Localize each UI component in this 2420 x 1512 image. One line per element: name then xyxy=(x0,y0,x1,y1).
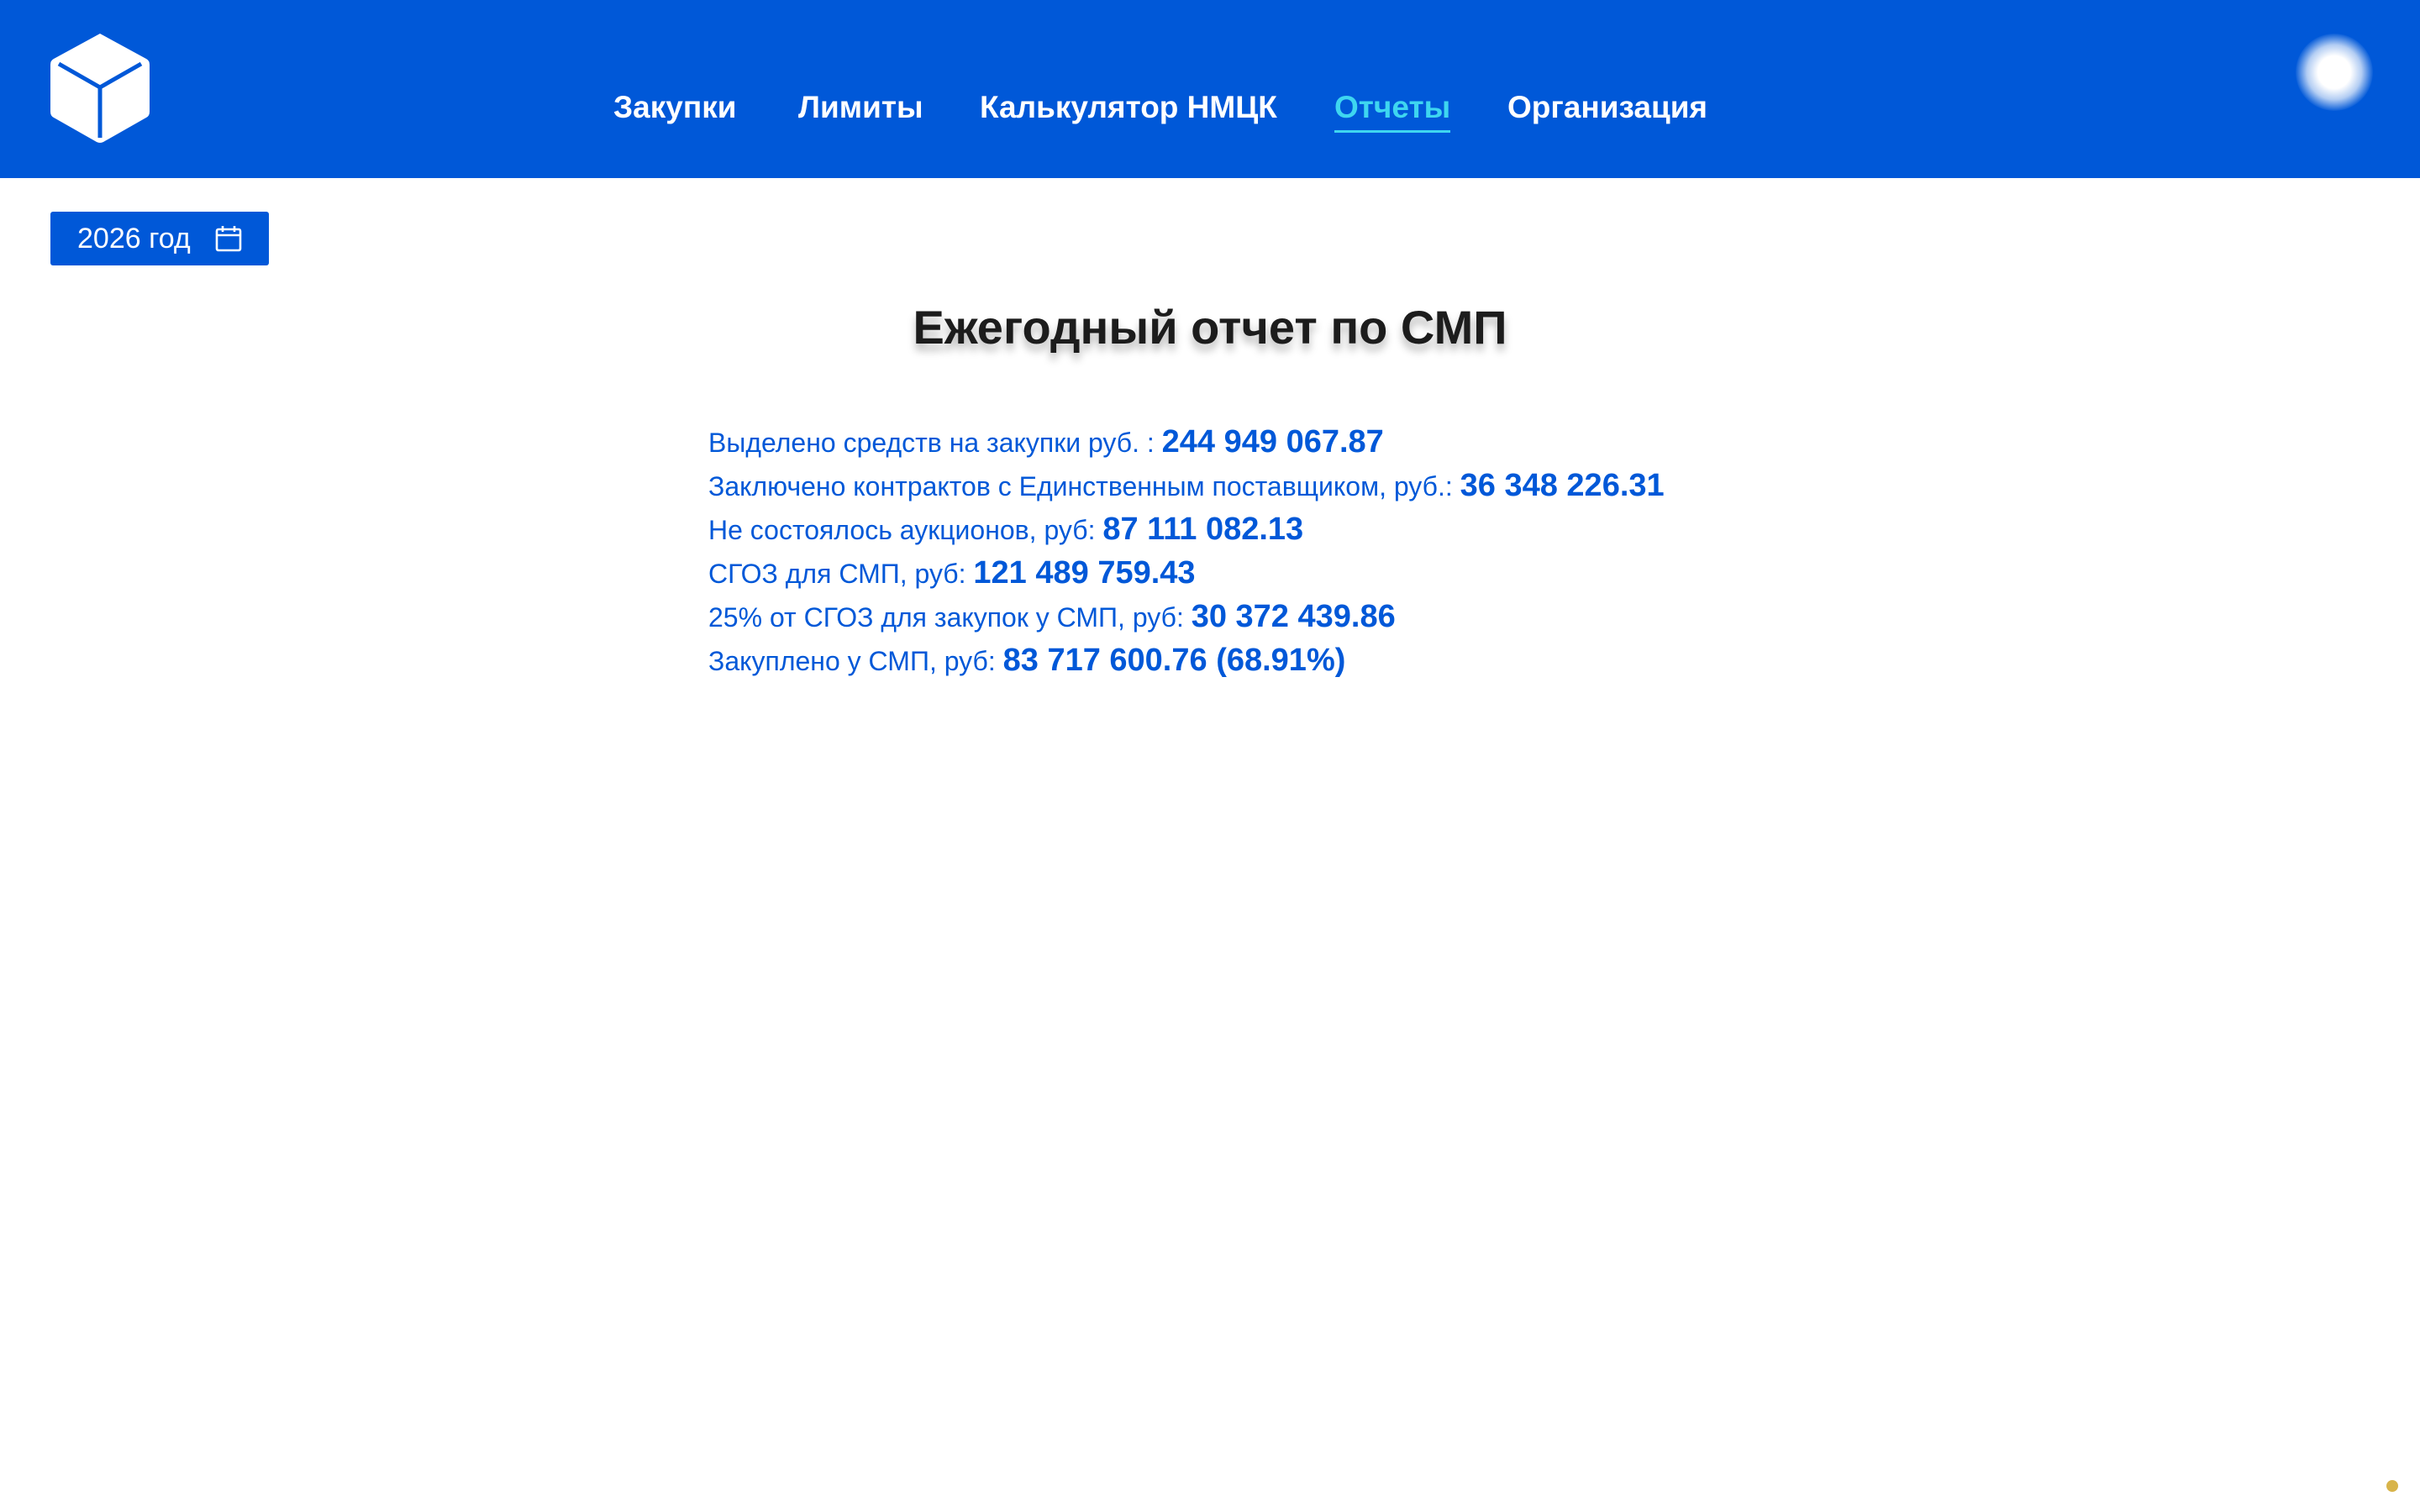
nav-item-organization[interactable]: Организация xyxy=(1507,89,1707,126)
nav-item-nmck-calculator[interactable]: Калькулятор НМЦК xyxy=(980,89,1277,126)
status-dot xyxy=(2386,1480,2398,1492)
row-value: 30 372 439.86 xyxy=(1191,599,1396,634)
report-row-purchased-smp: Закуплено у СМП, руб: 83 717 600.76 (68.… xyxy=(708,638,1665,682)
row-label: СГОЗ для СМП, руб: xyxy=(708,559,974,589)
row-label: Выделено средств на закупки руб. : xyxy=(708,428,1162,458)
report-row-allocated: Выделено средств на закупки руб. : 244 9… xyxy=(708,420,1665,464)
report-row-sgoz-25-percent: 25% от СГОЗ для закупок у СМП, руб: 30 3… xyxy=(708,595,1665,638)
calendar-icon xyxy=(215,226,242,252)
report-row-sgoz: СГОЗ для СМП, руб: 121 489 759.43 xyxy=(708,551,1665,595)
row-label: Заключено контрактов с Единственным пост… xyxy=(708,471,1460,501)
report-summary: Выделено средств на закупки руб. : 244 9… xyxy=(708,420,1665,682)
nav-item-zakupki[interactable]: Закупки xyxy=(613,89,736,126)
row-value: 87 111 082.13 xyxy=(1102,512,1304,547)
nav-item-reports[interactable]: Отчеты xyxy=(1334,89,1451,133)
row-value: 244 949 067.87 xyxy=(1161,424,1384,459)
year-selector-button[interactable]: 2026 год xyxy=(50,212,269,265)
row-label: Закуплено у СМП, руб: xyxy=(708,646,1003,676)
top-header: Закупки Лимиты Калькулятор НМЦК Отчеты О… xyxy=(0,0,2420,178)
year-label: 2026 год xyxy=(77,223,191,255)
avatar[interactable] xyxy=(2296,34,2373,111)
row-value: 36 348 226.31 xyxy=(1460,468,1665,503)
page-title: Ежегодный отчет по СМП xyxy=(913,301,1507,354)
row-label: 25% от СГОЗ для закупок у СМП, руб: xyxy=(708,602,1192,633)
report-row-sole-supplier: Заключено контрактов с Единственным пост… xyxy=(708,464,1665,507)
main-nav: Закупки Лимиты Калькулятор НМЦК Отчеты О… xyxy=(0,0,2420,178)
nav-item-limity[interactable]: Лимиты xyxy=(798,89,923,126)
row-value: 121 489 759.43 xyxy=(973,555,1196,591)
row-label: Не состоялось аукционов, руб: xyxy=(708,515,1103,545)
row-value: 83 717 600.76 (68.91%) xyxy=(1002,643,1346,678)
report-row-failed-auctions: Не состоялось аукционов, руб: 87 111 082… xyxy=(708,507,1665,551)
